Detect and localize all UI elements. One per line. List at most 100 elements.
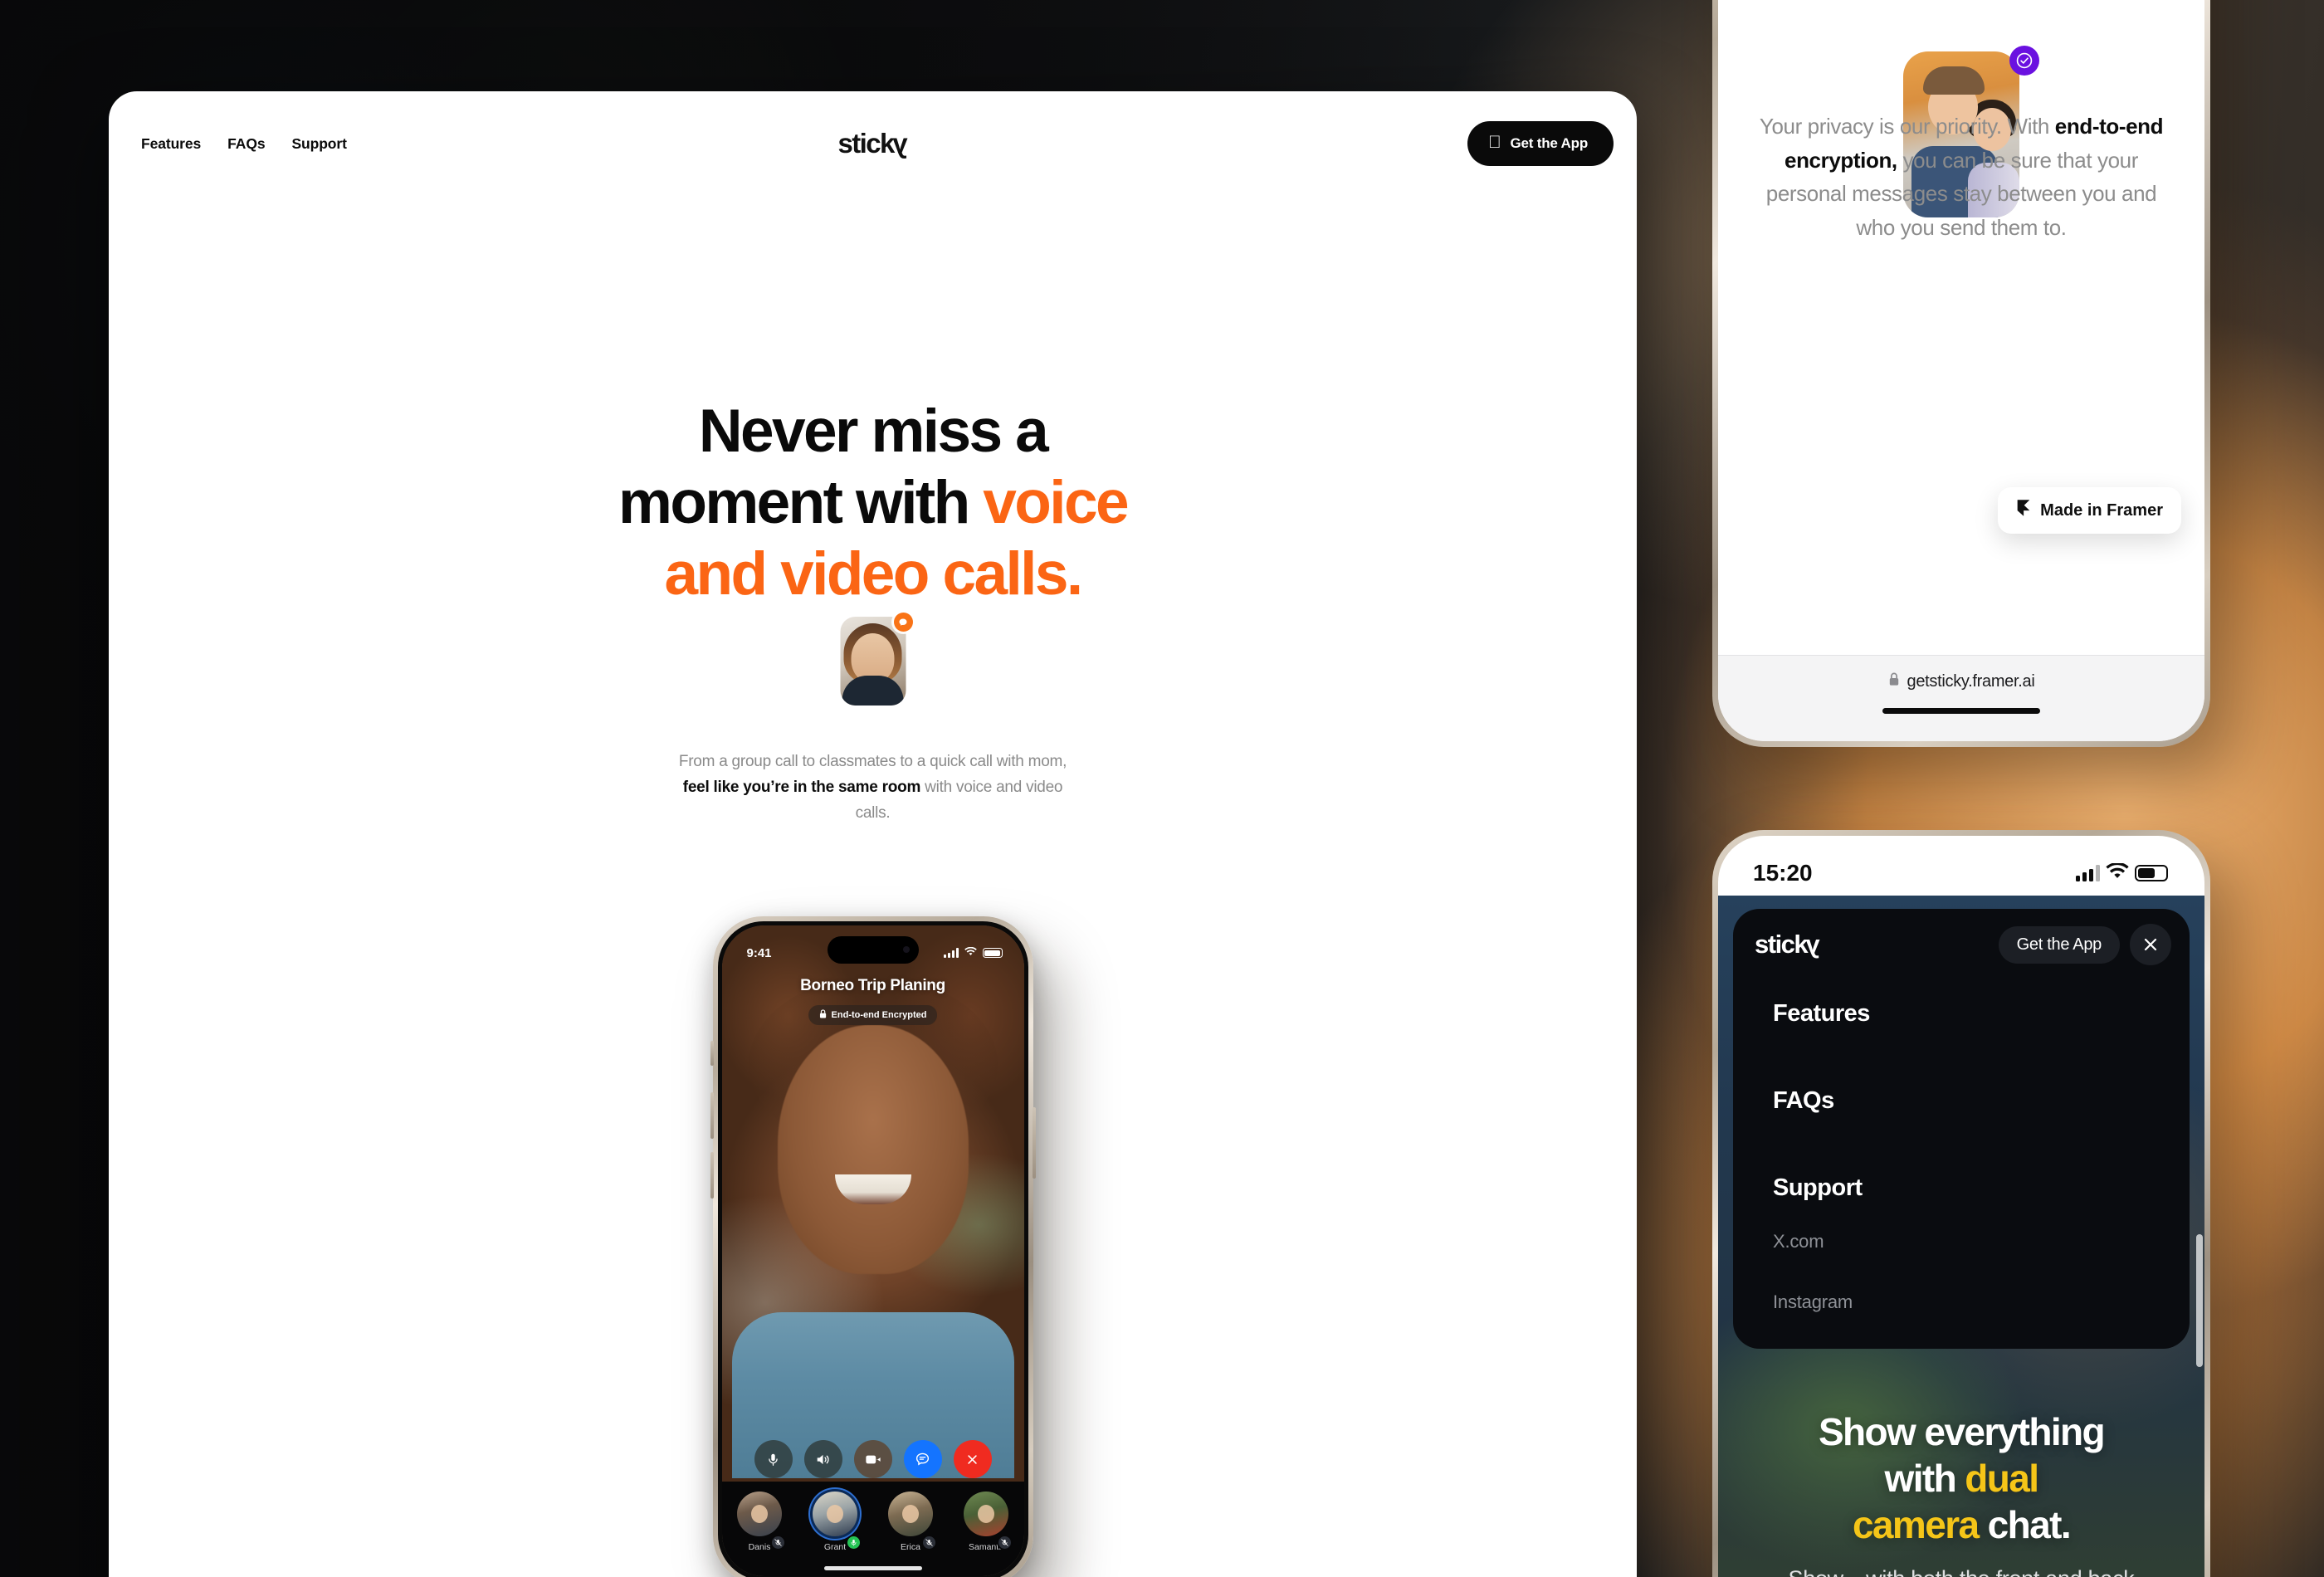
mobile-url-bar[interactable]: getsticky.framer.ai [1718, 655, 2204, 741]
mobile-menu-links: Features FAQs Support [1773, 1000, 1870, 1262]
phone-mute-switch [710, 1041, 714, 1066]
sublink-instagram[interactable]: Instagram [1773, 1291, 1907, 1313]
phone-volume-down-button [710, 1152, 714, 1199]
video-camera-button[interactable] [853, 1440, 892, 1478]
privacy-copy-part-1: Your privacy is our priority. With [1759, 114, 2055, 139]
sublink-x-com[interactable]: X.com [1773, 1231, 1907, 1252]
home-indicator [823, 1566, 922, 1570]
headline-line-3-accent: and video calls. [664, 540, 1083, 608]
speaker-button[interactable] [803, 1440, 842, 1478]
made-in-framer-badge[interactable]: Made in Framer [1998, 487, 2181, 534]
apple-icon:  [1488, 134, 1501, 151]
phone-screen: 9:41 Borneo Trip Planing End-to-end Encr… [721, 925, 1024, 1576]
get-the-app-button[interactable]: Get the App [1998, 925, 2120, 964]
participant-danis[interactable]: Danis [730, 1492, 789, 1552]
avatar-head [751, 1505, 768, 1524]
mic-muted-icon [997, 1535, 1013, 1550]
logo-tail: y [1807, 930, 1820, 959]
status-icons [2076, 860, 2168, 886]
cellular-signal-icon [2076, 865, 2100, 881]
participant-samanta[interactable]: Samanta [956, 1492, 1016, 1552]
mb-headline-line-3-accent: camera [1852, 1503, 1980, 1547]
call-title: Borneo Trip Planing [800, 977, 945, 994]
call-controls [722, 1440, 1024, 1478]
menu-item-support[interactable]: Support [1773, 1174, 1870, 1202]
site-logo[interactable]: sticky [1755, 930, 1820, 959]
get-the-app-label: Get the App [1510, 135, 1589, 151]
mobile-browser-bottom: 15:20 sticky Get the App Features FAQs S… [1712, 830, 2210, 1577]
hero-subtext: From a group call to classmates to a qui… [678, 749, 1068, 827]
avatar [888, 1492, 933, 1536]
participant-erica[interactable]: Erica [881, 1492, 940, 1552]
phone-mockup: 9:41 Borneo Trip Planing End-to-end Encr… [710, 916, 1036, 1577]
avatar [737, 1492, 782, 1536]
hero-headline: Never miss a moment with voice and video… [109, 396, 1637, 610]
front-camera-icon [902, 946, 910, 953]
framer-logo-icon [2016, 499, 2031, 522]
status-time: 15:20 [1753, 860, 1813, 886]
logo-text: stick [837, 128, 896, 159]
mic-active-icon [846, 1535, 862, 1550]
menu-item-features[interactable]: Features [1773, 1000, 1870, 1028]
lock-icon [819, 1009, 827, 1021]
caller-face [777, 1025, 969, 1274]
scrollbar[interactable] [2196, 1234, 2203, 1367]
phone-power-button [1032, 1107, 1036, 1179]
site-logo[interactable]: sticky [109, 128, 1637, 159]
participant-grant[interactable]: Grant [805, 1492, 865, 1552]
photo-man-hat [1923, 66, 1985, 95]
mobile-top-screen: extra secure. Your privacy is our priori… [1718, 0, 2204, 741]
url-display[interactable]: getsticky.framer.ai [1888, 672, 2035, 691]
mobile-browser-top: extra secure. Your privacy is our priori… [1712, 0, 2210, 747]
mb-headline-line-2-plain: with [1884, 1457, 1965, 1501]
hero-sub-part-1: From a group call to classmates to a qui… [678, 753, 1067, 770]
mobile-menu-sublinks: X.com Instagram Terms of Service [1773, 1231, 1907, 1349]
headline-line-2-accent: voice [983, 469, 1129, 537]
headline-line-1: Never miss a [698, 398, 1049, 465]
mb-headline-line-1: Show everything [1818, 1410, 2106, 1453]
chat-bubble-icon [893, 613, 913, 632]
menu-item-faqs[interactable]: FAQs [1773, 1087, 1870, 1115]
privacy-copy: Your privacy is our priority. With end-t… [1754, 110, 2169, 244]
avatar [964, 1492, 1008, 1536]
status-icons [943, 946, 1003, 960]
phone-bezel: 9:41 Borneo Trip Planing End-to-end Encr… [717, 921, 1028, 1577]
mic-muted-icon [921, 1535, 937, 1550]
microphone-button[interactable] [754, 1440, 793, 1478]
wifi-icon [964, 946, 977, 960]
participants-strip: Danis Grant Erica Samanta [721, 1482, 1024, 1576]
mb-headline-line-3-plain: chat. [1978, 1503, 2072, 1547]
hero-sub-bold: feel like you’re in the same room [682, 778, 921, 796]
avatar-head [978, 1505, 994, 1524]
logo-text: stick [1755, 930, 1809, 959]
close-icon[interactable] [2130, 924, 2171, 965]
chat-button[interactable] [903, 1440, 942, 1478]
mic-muted-icon [770, 1535, 786, 1550]
get-the-app-button[interactable]:  Get the App [1467, 121, 1614, 166]
avatar [813, 1492, 857, 1536]
mobile-bottom-screen: 15:20 sticky Get the App Features FAQs S… [1718, 836, 2204, 1577]
mobile-hero-headline: Show everything with dual camera chat. [1718, 1409, 2204, 1548]
wifi-icon [2106, 860, 2129, 886]
cellular-signal-icon [943, 948, 959, 958]
hero-avatar [840, 617, 906, 706]
avatar-head [902, 1505, 919, 1524]
battery-icon [2135, 865, 2168, 881]
mobile-hero-subline: Show... with both the front and back [1718, 1566, 2204, 1577]
encryption-badge: End-to-end Encrypted [808, 1005, 938, 1025]
phone-volume-up-button [710, 1092, 714, 1139]
desktop-website-panel: Features FAQs Support sticky  Get the A… [109, 91, 1637, 1577]
battery-icon [982, 948, 1003, 958]
site-navbar: Features FAQs Support sticky  Get the A… [109, 91, 1637, 196]
lock-icon [1888, 672, 1900, 691]
mb-headline-line-2-accent: dual [1965, 1457, 2039, 1501]
mobile-menu-header: sticky Get the App [1733, 909, 2190, 980]
encryption-badge-label: End-to-end Encrypted [831, 1010, 927, 1020]
avatar-body [842, 676, 904, 706]
home-indicator [1882, 708, 2040, 714]
dynamic-island [827, 936, 919, 964]
framer-badge-label: Made in Framer [2040, 500, 2163, 520]
status-time: 9:41 [746, 945, 772, 960]
avatar-head [827, 1505, 843, 1524]
end-call-button[interactable] [953, 1440, 992, 1478]
